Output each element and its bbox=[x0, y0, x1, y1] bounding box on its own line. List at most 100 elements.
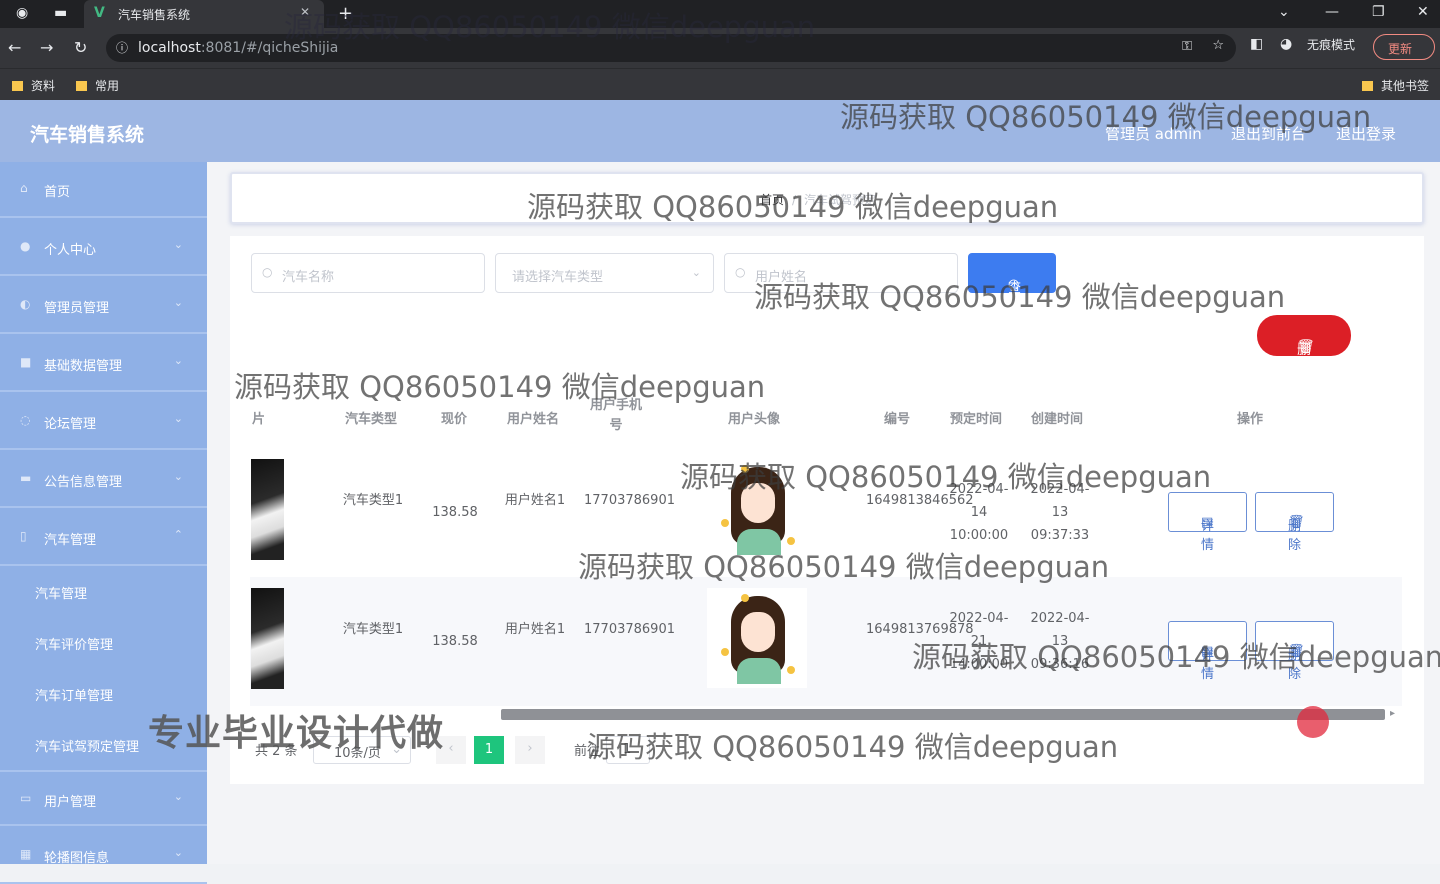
folder-icon bbox=[12, 81, 23, 91]
col-header-car-type: 汽车类型 bbox=[345, 412, 398, 427]
sidebar-item-car[interactable]: ▯ 汽车管理 ⌃ bbox=[0, 510, 207, 566]
chevron-down-icon: ⌄ bbox=[173, 238, 183, 251]
minimize-icon[interactable]: — bbox=[1325, 4, 1339, 20]
users-icon: ▭ bbox=[20, 791, 32, 805]
user-icon: ● bbox=[20, 239, 31, 253]
app-title: 汽车销售系统 bbox=[30, 124, 145, 146]
chevron-down-icon: ⌄ bbox=[691, 266, 701, 279]
forum-icon: ◌ bbox=[20, 413, 31, 427]
watermark: 源码获取 QQ86050149 微信deepguan bbox=[578, 550, 1110, 584]
site-info-icon[interactable]: ⓘ bbox=[116, 39, 128, 56]
sidebar-item-carousel[interactable]: ▦ 轮播图信息 ⌄ bbox=[0, 828, 207, 884]
image-icon: ▦ bbox=[20, 847, 32, 861]
close-window-icon[interactable]: ✕ bbox=[1417, 4, 1429, 20]
watermark: 源码获取 QQ86050149 微信deepguan bbox=[754, 280, 1286, 314]
cell-car-type: 汽车类型1 bbox=[342, 493, 404, 508]
sidebar-item-profile[interactable]: ● 个人中心 ⌄ bbox=[0, 220, 207, 276]
watermark: 源码获取 QQ86050149 微信deepguan bbox=[527, 190, 1059, 224]
bookmark-star-icon[interactable]: ☆ bbox=[1212, 38, 1224, 53]
sidebar-item-forum[interactable]: ◌ 论坛管理 ⌄ bbox=[0, 394, 207, 450]
update-label: 更新 bbox=[1388, 42, 1413, 56]
cell-price: 138.58 bbox=[432, 634, 478, 649]
col-header-price: 现价 bbox=[441, 412, 468, 427]
promo-badge: 专业毕业设计代做 bbox=[148, 713, 445, 754]
chevron-down-icon: ⌄ bbox=[173, 412, 183, 425]
user-avatar bbox=[707, 588, 807, 688]
col-header-number: 编号 bbox=[884, 412, 911, 427]
incognito-icon: ◕ bbox=[1280, 36, 1293, 52]
chevron-up-icon: ⌃ bbox=[173, 528, 183, 541]
sidebar-sub-car-review[interactable]: 汽车评价管理 bbox=[0, 617, 207, 667]
watermark: 源码获取 QQ86050149 微信deepguan bbox=[234, 370, 766, 404]
key-icon[interactable]: ⚿ bbox=[1182, 39, 1192, 54]
search-icon: ○ bbox=[735, 265, 746, 279]
browser-menu-icon[interactable]: ◉ bbox=[16, 5, 28, 21]
col-header-reserve-time: 预定时间 bbox=[950, 412, 1003, 427]
back-icon[interactable]: ← bbox=[8, 38, 21, 57]
car-thumbnail bbox=[251, 459, 284, 560]
sidebar-item-admins[interactable]: ◐ 管理员管理 ⌄ bbox=[0, 278, 207, 334]
cell-car-type: 汽车类型1 bbox=[342, 622, 404, 637]
bookmark-folder-1[interactable]: 常用 bbox=[76, 77, 119, 94]
next-page-button[interactable]: › bbox=[515, 736, 545, 764]
url-host: localhost bbox=[138, 40, 201, 56]
search-icon: ○ bbox=[262, 265, 273, 279]
chevron-down-icon: ⌄ bbox=[173, 296, 183, 309]
restore-icon[interactable]: ❐ bbox=[1372, 4, 1385, 20]
col-header-actions: 操作 bbox=[1237, 412, 1264, 427]
other-bookmarks[interactable]: 其他书签 bbox=[1362, 77, 1429, 94]
watermark: 源码获取 QQ86050149 微信deepguan bbox=[587, 730, 1119, 764]
folder-icon bbox=[1362, 81, 1373, 91]
sidebar-sub-car-manage[interactable]: 汽车管理 bbox=[0, 566, 207, 616]
sidebar: ⌂ 首页 ● 个人中心 ⌄ ◐ 管理员管理 ⌄ ■ 基础数据管理 ⌄ ◌ 论坛管理 ⌄ ▬ 公告信息… bbox=[0, 162, 207, 884]
scroll-right-icon[interactable]: ▸ bbox=[1390, 708, 1395, 719]
home-icon: ⌂ bbox=[20, 181, 28, 195]
forward-icon[interactable]: → bbox=[40, 38, 53, 57]
car-type-select[interactable]: 请选择汽车类型 ⌄ bbox=[495, 253, 714, 293]
sidebar-item-home[interactable]: ⌂ 首页 bbox=[0, 162, 207, 218]
side-panel-icon[interactable]: ◧ bbox=[1250, 36, 1263, 52]
chevron-down-icon: ⌄ bbox=[173, 354, 183, 367]
batch-delete-button[interactable]: 🗑 删除 bbox=[1257, 315, 1351, 378]
data-icon: ■ bbox=[20, 355, 32, 369]
car-thumbnail bbox=[251, 588, 284, 689]
watermark: 源码获取 QQ86050149 微信deepguan bbox=[680, 460, 1212, 494]
car-name-input[interactable]: ○ 汽车名称 bbox=[251, 253, 485, 293]
mouse-cursor-highlight bbox=[1297, 706, 1329, 738]
tab-title: 汽车销售系统 bbox=[118, 8, 191, 22]
row-delete-button[interactable]: 🗑 删除 bbox=[1255, 492, 1334, 553]
col-header-avatar: 用户头像 bbox=[728, 412, 781, 427]
delete-label: 删除 bbox=[1297, 342, 1311, 378]
tab-list-icon[interactable]: ▬ bbox=[54, 5, 67, 21]
table-horizontal-scrollbar[interactable] bbox=[501, 709, 1385, 720]
tab-search-icon[interactable]: ⌄ bbox=[1278, 4, 1290, 20]
reload-icon[interactable]: ↻ bbox=[74, 38, 87, 57]
folder-icon bbox=[76, 81, 87, 91]
sidebar-item-basic-data[interactable]: ■ 基础数据管理 ⌄ bbox=[0, 336, 207, 392]
chevron-down-icon: ⌄ bbox=[173, 846, 183, 859]
update-button[interactable]: 更新 bbox=[1373, 34, 1435, 60]
detail-button[interactable]: ▤ 详情 bbox=[1168, 492, 1247, 553]
sidebar-item-users[interactable]: ▭ 用户管理 ⌄ bbox=[0, 770, 207, 826]
incognito-label: 无痕模式 bbox=[1307, 38, 1356, 52]
sidebar-item-notice[interactable]: ▬ 公告信息管理 ⌄ bbox=[0, 452, 207, 508]
notice-icon: ▬ bbox=[20, 471, 32, 485]
watermark: 源码获取 QQ86050149 微信deepguan bbox=[284, 10, 816, 44]
admin-icon: ◐ bbox=[20, 297, 31, 311]
cell-price: 138.58 bbox=[432, 505, 478, 520]
col-header-user-name: 用户姓名 bbox=[507, 412, 560, 427]
vue-favicon-icon: V bbox=[94, 5, 105, 21]
chevron-down-icon: ⌄ bbox=[173, 470, 183, 483]
col-header-create-time: 创建时间 bbox=[1031, 412, 1084, 427]
cell-user-name: 用户姓名1 bbox=[504, 493, 566, 508]
chevron-down-icon: ⌄ bbox=[173, 790, 183, 803]
watermark: 源码获取 QQ86050149 微信deepguan bbox=[912, 640, 1440, 674]
page-1-button[interactable]: 1 bbox=[474, 736, 504, 764]
cell-phone: 17703786901 bbox=[584, 622, 675, 637]
cell-user-name: 用户姓名1 bbox=[504, 622, 566, 637]
bookmark-folder-0[interactable]: 资料 bbox=[12, 77, 55, 94]
car-icon: ▯ bbox=[20, 529, 27, 543]
watermark: 源码获取 QQ86050149 微信deepguan bbox=[840, 100, 1372, 134]
cell-phone: 17703786901 bbox=[584, 493, 675, 508]
col-header-image: 片 bbox=[252, 412, 266, 427]
